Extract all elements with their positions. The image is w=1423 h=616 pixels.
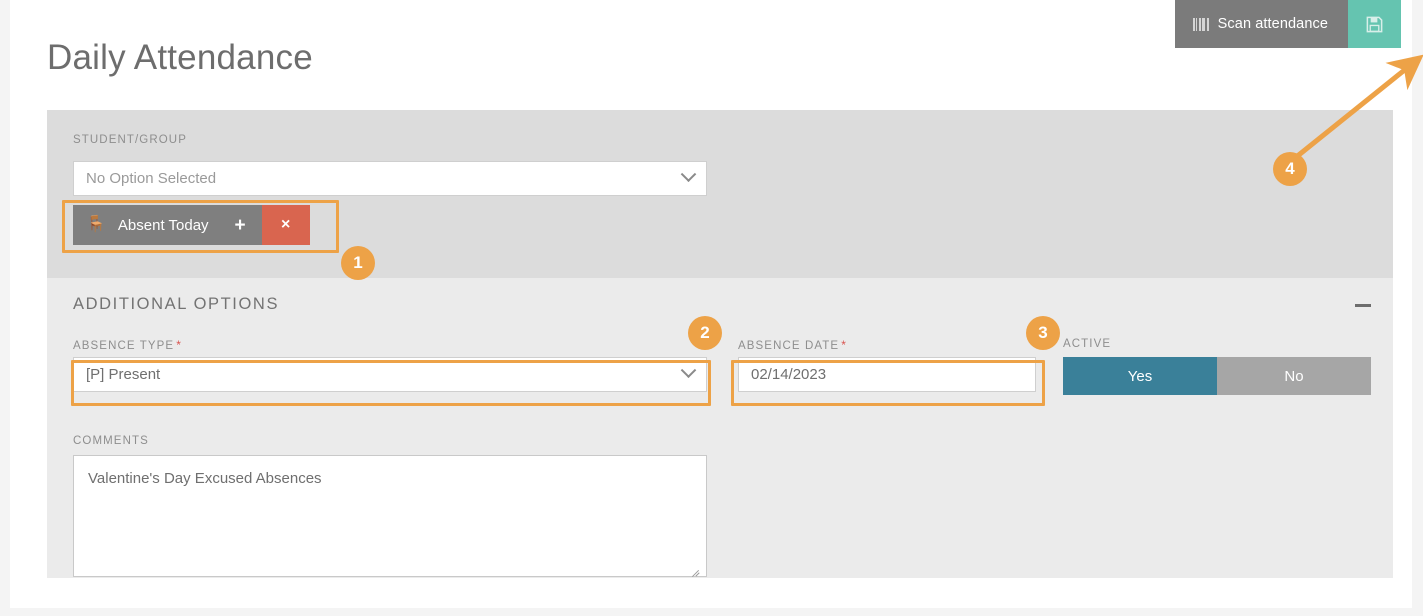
absent-today-label: Absent Today: [117, 216, 209, 234]
absent-today-chip: 🪑 Absent Today + ×: [73, 205, 310, 245]
absence-date-label: ABSENCE DATE *: [738, 338, 847, 352]
additional-options-section: ADDITIONAL OPTIONS ABSENCE TYPE * [P] Pre…: [47, 278, 1393, 578]
active-no-button[interactable]: No: [1217, 357, 1371, 395]
absence-date-input[interactable]: 02/14/2023: [738, 357, 1036, 392]
absence-type-label-text: ABSENCE TYPE: [73, 340, 175, 352]
absence-type-value: [P] Present: [86, 366, 161, 383]
close-icon[interactable]: ×: [261, 205, 310, 245]
absent-today-main[interactable]: 🪑 Absent Today +: [73, 205, 262, 245]
save-button[interactable]: [1348, 0, 1401, 48]
active-label: ACTIVE: [1063, 338, 1112, 350]
active-yes-button[interactable]: Yes: [1063, 357, 1217, 395]
chevron-down-icon: [680, 362, 697, 379]
student-group-section: STUDENT/GROUP No Option Selected 🪑 Absen…: [47, 110, 1393, 278]
absence-type-label: ABSENCE TYPE *: [73, 338, 182, 352]
annotation-badge-3: 3: [1026, 316, 1060, 350]
required-marker: *: [841, 338, 847, 352]
scan-attendance-button[interactable]: Scan attendance: [1174, 0, 1348, 48]
student-group-label: STUDENT/GROUP: [73, 134, 187, 146]
absence-type-select[interactable]: [P] Present: [73, 357, 707, 392]
absence-date-value: 02/14/2023: [751, 366, 827, 383]
chevron-down-icon: [680, 166, 697, 183]
barcode-icon: [1192, 17, 1209, 31]
add-icon[interactable]: +: [235, 216, 246, 235]
student-group-select[interactable]: No Option Selected: [73, 161, 707, 196]
top-action-bar: Scan attendance: [1174, 0, 1401, 48]
active-toggle: Yes No: [1063, 357, 1371, 395]
comments-label: COMMENTS: [73, 435, 149, 447]
comments-textarea[interactable]: [73, 455, 707, 577]
page-card: Scan attendance Daily Attendance STUDENT…: [10, 0, 1423, 608]
annotation-badge-2: 2: [688, 316, 722, 350]
floppy-disk-save-icon: [1366, 16, 1383, 32]
additional-options-heading: ADDITIONAL OPTIONS: [73, 295, 280, 313]
absence-date-label-text: ABSENCE DATE: [738, 340, 840, 352]
scan-attendance-label: Scan attendance: [1217, 16, 1328, 32]
page-title: Daily Attendance: [47, 38, 313, 77]
chair-icon: 🪑: [86, 216, 106, 233]
annotation-badge-1: 1: [341, 246, 375, 280]
student-group-select-value: No Option Selected: [86, 170, 217, 187]
minus-collapse-icon[interactable]: [1355, 304, 1371, 307]
annotation-badge-4: 4: [1273, 152, 1307, 186]
required-marker: *: [176, 338, 182, 352]
screenshot-root: Scan attendance Daily Attendance STUDENT…: [0, 0, 1423, 616]
